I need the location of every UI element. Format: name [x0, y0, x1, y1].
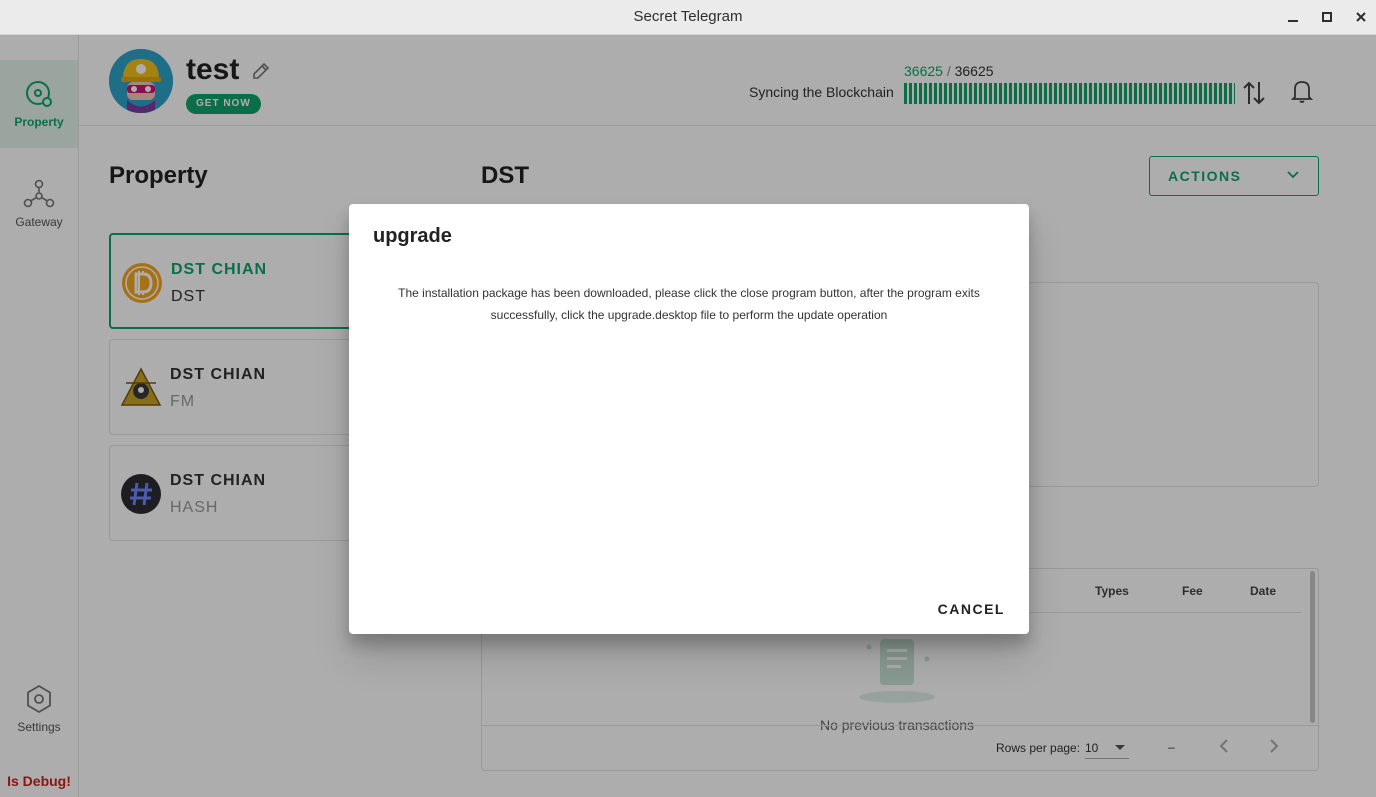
close-button[interactable] — [1351, 7, 1371, 27]
window-titlebar: Secret Telegram — [0, 0, 1376, 35]
dialog-message: The installation package has been downlo… — [398, 286, 980, 322]
minimize-button[interactable] — [1283, 7, 1303, 27]
window-title: Secret Telegram — [633, 8, 743, 25]
dialog-title: upgrade — [373, 225, 452, 247]
maximize-button[interactable] — [1317, 7, 1337, 27]
minimize-icon — [1288, 20, 1298, 22]
upgrade-dialog: upgrade The installation package has bee… — [349, 204, 1029, 634]
cancel-button[interactable]: CANCEL — [930, 598, 1013, 620]
close-icon — [1356, 12, 1366, 22]
maximize-icon — [1322, 12, 1332, 22]
